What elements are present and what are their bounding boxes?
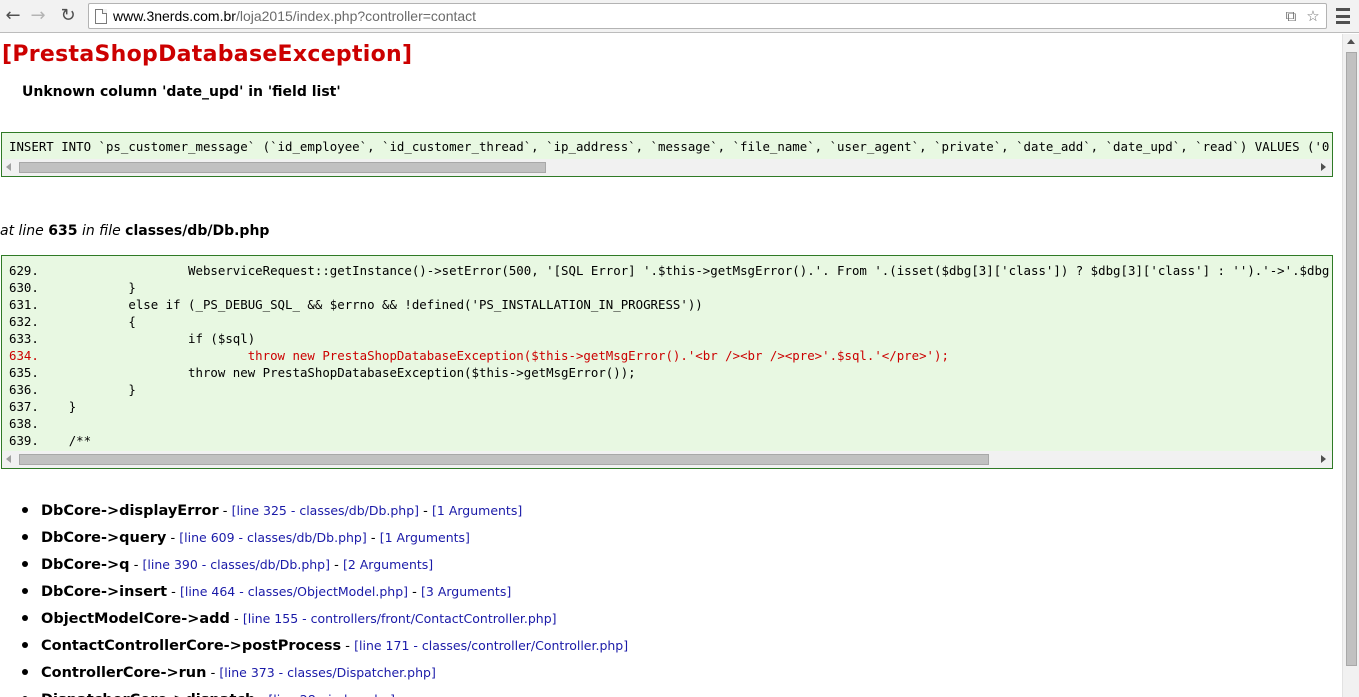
trace-file-link[interactable]: [line 325 - classes/db/Db.php]	[232, 503, 419, 518]
trace-separator: -	[329, 558, 343, 573]
stack-trace-item: ObjectModelCore->add - [line 155 - contr…	[22, 604, 628, 631]
trace-arguments-link[interactable]: [1 Arguments]	[380, 530, 470, 545]
trace-file-link[interactable]: [line 373 - classes/Dispatcher.php]	[219, 665, 435, 680]
forward-arrow-icon: →	[30, 5, 46, 26]
stack-trace-item: DispatcherCore->dispatch - [line 28 - in…	[22, 685, 628, 697]
trace-separator: -	[229, 612, 243, 627]
stack-trace-item: DbCore->query - [line 609 - classes/db/D…	[22, 523, 628, 550]
trace-function-name: DispatcherCore->dispatch	[41, 692, 255, 697]
browser-menu-button[interactable]	[1334, 6, 1352, 26]
trace-function-name: ContactControllerCore->postProcess	[41, 638, 342, 654]
stack-trace-item: DbCore->displayError - [line 325 - class…	[22, 496, 628, 523]
code-line: 638.	[9, 416, 39, 431]
reload-button[interactable]: ↻	[56, 4, 80, 28]
exception-message: Unknown column 'date_upd' in 'field list…	[22, 84, 341, 100]
trace-file-link[interactable]: [line 171 - classes/controller/Controlle…	[354, 638, 628, 653]
stack-trace-list: DbCore->displayError - [line 325 - class…	[0, 496, 628, 697]
code-line: 639. /**	[9, 433, 92, 448]
bookmark-star-icon[interactable]: ☆	[1303, 7, 1323, 25]
code-line: 636. }	[9, 382, 136, 397]
trace-file-link[interactable]: [line 609 - classes/db/Db.php]	[179, 530, 366, 545]
trace-function-name: DbCore->insert	[41, 584, 168, 600]
trace-file-link[interactable]: [line 390 - classes/db/Db.php]	[143, 557, 330, 572]
scroll-right-icon[interactable]	[1321, 163, 1326, 171]
url-text: www.3nerds.com.br/loja2015/index.php?con…	[113, 8, 476, 24]
trace-separator: -	[218, 504, 232, 519]
back-button[interactable]: ←	[1, 4, 25, 28]
url-path: /loja2015/index.php?controller=contact	[235, 8, 477, 24]
exception-title: [PrestaShopDatabaseException]	[2, 42, 413, 67]
sql-query-box[interactable]: INSERT INTO `ps_customer_message` (`id_e…	[1, 132, 1333, 177]
trace-function-name: DbCore->q	[41, 557, 130, 573]
stack-trace-item: DbCore->insert - [line 464 - classes/Obj…	[22, 577, 628, 604]
code-line: 630. }	[9, 280, 136, 295]
trace-arguments-link[interactable]: [3 Arguments]	[421, 584, 511, 599]
menu-bar-3	[1336, 21, 1350, 24]
trace-separator: -	[255, 693, 268, 697]
stack-trace-item: DbCore->q - [line 390 - classes/db/Db.ph…	[22, 550, 628, 577]
trace-file-link[interactable]: [line 464 - classes/ObjectModel.php]	[180, 584, 408, 599]
in-file-label: in file	[81, 223, 121, 239]
menu-bar-1	[1336, 8, 1350, 11]
url-host: www.3nerds.com.br	[113, 8, 236, 24]
scroll-up-icon[interactable]	[1347, 39, 1355, 44]
error-location: at line 635 in file classes/db/Db.php	[0, 223, 269, 239]
trace-function-name: ObjectModelCore->add	[41, 611, 230, 627]
code-line-highlighted: 634. throw new PrestaShopDatabaseExcepti…	[9, 348, 949, 363]
page-icon	[95, 9, 107, 24]
code-scroll-thumb[interactable]	[19, 454, 989, 465]
back-arrow-icon: ←	[5, 5, 21, 26]
scroll-left-icon[interactable]	[6, 163, 11, 171]
stack-trace-item: ControllerCore->run - [line 373 - classe…	[22, 658, 628, 685]
trace-separator: -	[366, 531, 380, 546]
sql-query-text: INSERT INTO `ps_customer_message` (`id_e…	[9, 139, 1333, 154]
trace-function-name: DbCore->query	[41, 530, 167, 546]
sql-horizontal-scrollbar[interactable]	[2, 159, 1332, 176]
code-line: 631. else if (_PS_DEBUG_SQL_ && $errno &…	[9, 297, 703, 312]
code-horizontal-scrollbar[interactable]	[2, 451, 1332, 468]
code-line: 629. WebserviceRequest::getInstance()->s…	[9, 263, 1332, 278]
trace-separator: -	[419, 504, 433, 519]
code-line: 633. if ($sql)	[9, 331, 256, 346]
trace-arguments-link[interactable]: [2 Arguments]	[343, 557, 433, 572]
trace-function-name: ControllerCore->run	[41, 665, 207, 681]
trace-separator: -	[167, 585, 180, 600]
code-line: 635. throw new PrestaShopDatabaseExcepti…	[9, 365, 636, 380]
trace-separator: -	[129, 558, 143, 573]
stack-trace-item: ContactControllerCore->postProcess - [li…	[22, 631, 628, 658]
menu-bar-2	[1336, 14, 1350, 18]
trace-separator: -	[408, 585, 422, 600]
trace-file-link[interactable]: [line 155 - controllers/front/ContactCon…	[243, 611, 557, 626]
at-line-label: at line	[0, 223, 44, 239]
scroll-right-icon[interactable]	[1321, 455, 1326, 463]
source-code-lines: 629. WebserviceRequest::getInstance()->s…	[9, 262, 1332, 449]
trace-arguments-link[interactable]: [1 Arguments]	[432, 503, 522, 518]
error-file-name: classes/db/Db.php	[125, 223, 270, 239]
translate-icon[interactable]: ⧉	[1281, 7, 1301, 25]
page-vertical-scrollbar[interactable]	[1342, 34, 1359, 697]
page-scroll-thumb[interactable]	[1346, 52, 1357, 666]
trace-separator: -	[166, 531, 180, 546]
trace-file-link[interactable]: [line 28 - index.php]	[268, 692, 395, 697]
trace-separator: -	[341, 639, 355, 654]
forward-button[interactable]: →	[26, 4, 50, 28]
page-viewport: [PrestaShopDatabaseException] Unknown co…	[0, 34, 1342, 697]
error-line-number: 635	[48, 223, 78, 239]
trace-separator: -	[206, 666, 220, 681]
address-bar[interactable]: www.3nerds.com.br/loja2015/index.php?con…	[88, 3, 1327, 29]
reload-icon: ↻	[60, 5, 76, 26]
sql-scroll-thumb[interactable]	[19, 162, 546, 173]
scroll-left-icon[interactable]	[6, 455, 11, 463]
code-line: 637. }	[9, 399, 77, 414]
trace-function-name: DbCore->displayError	[41, 503, 219, 519]
browser-toolbar: ← → ↻ www.3nerds.com.br/loja2015/index.p…	[0, 0, 1359, 33]
source-code-box[interactable]: 629. WebserviceRequest::getInstance()->s…	[1, 255, 1333, 469]
code-line: 632. {	[9, 314, 136, 329]
